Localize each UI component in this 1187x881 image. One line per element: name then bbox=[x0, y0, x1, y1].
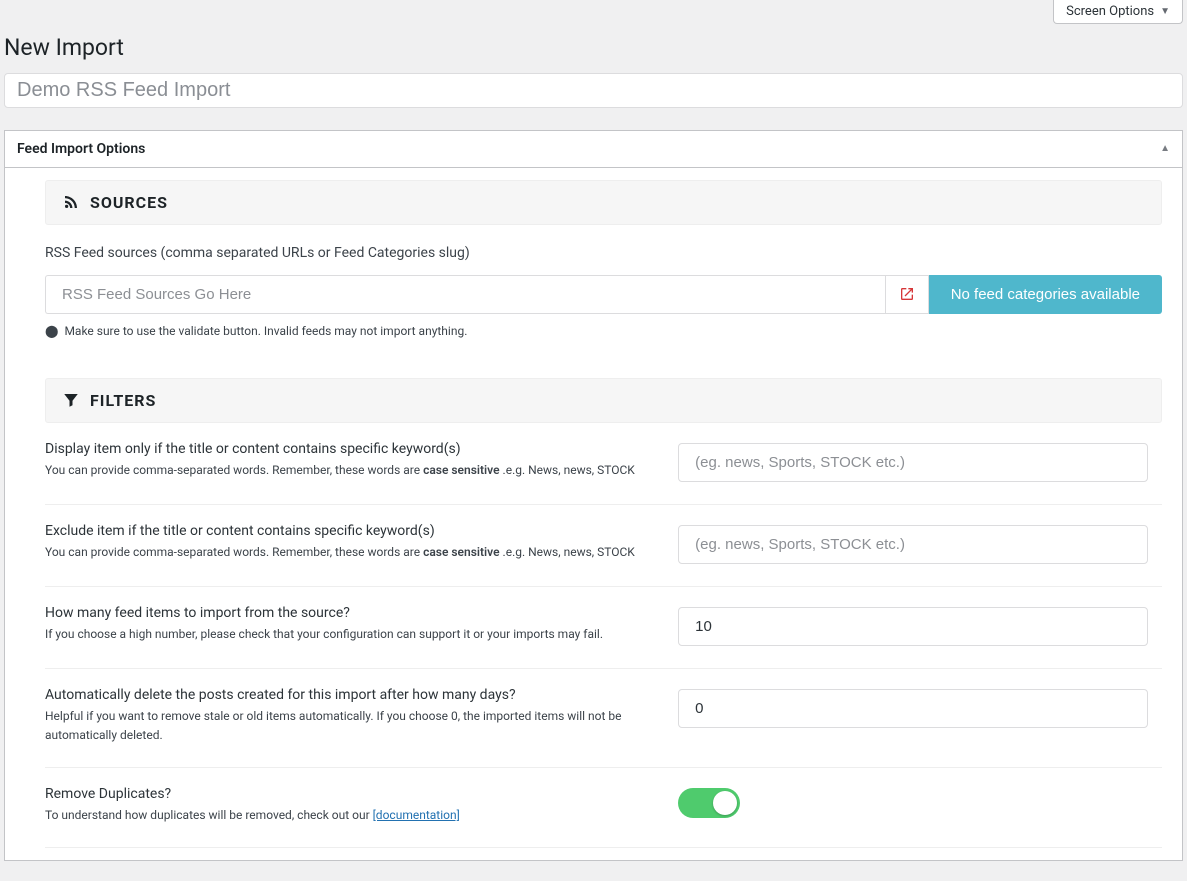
delete-days-help: Helpful if you want to remove stale or o… bbox=[45, 707, 648, 745]
remove-duplicates-toggle[interactable] bbox=[678, 788, 740, 818]
exclude-keywords-input[interactable] bbox=[678, 525, 1148, 564]
import-title-input[interactable] bbox=[4, 73, 1183, 108]
feed-count-input[interactable] bbox=[678, 607, 1148, 646]
section-title-sources: SOURCES bbox=[90, 193, 168, 212]
rss-sources-input[interactable] bbox=[45, 275, 885, 314]
page-title: New Import bbox=[0, 24, 1187, 67]
postbox-heading: Feed Import Options bbox=[17, 141, 145, 157]
sources-sub-label: RSS Feed sources (comma separated URLs o… bbox=[45, 245, 1162, 261]
collapse-icon[interactable]: ▲ bbox=[1160, 143, 1170, 154]
filter-row-dedupe: Remove Duplicates? To understand how dup… bbox=[45, 768, 1162, 848]
dedupe-help: To understand how duplicates will be rem… bbox=[45, 806, 648, 825]
chevron-down-icon: ▼ bbox=[1160, 6, 1170, 17]
filter-row-delete-days: Automatically delete the posts created f… bbox=[45, 669, 1162, 768]
filter-icon bbox=[62, 391, 80, 409]
toggle-knob bbox=[713, 791, 737, 815]
filter-row-count: How many feed items to import from the s… bbox=[45, 587, 1162, 669]
include-label: Display item only if the title or conten… bbox=[45, 441, 648, 457]
feed-categories-button[interactable]: No feed categories available bbox=[929, 275, 1162, 314]
count-help: If you choose a high number, please chec… bbox=[45, 625, 648, 644]
external-link-icon bbox=[899, 286, 915, 302]
count-label: How many feed items to import from the s… bbox=[45, 605, 648, 621]
include-help: You can provide comma-separated words. R… bbox=[45, 461, 648, 480]
exclude-help: You can provide comma-separated words. R… bbox=[45, 543, 648, 562]
delete-days-input[interactable] bbox=[678, 689, 1148, 728]
rss-icon bbox=[62, 193, 80, 211]
feed-import-options-box: Feed Import Options ▲ SOURCES RSS Feed s… bbox=[4, 130, 1183, 862]
section-header-filters: FILTERS bbox=[45, 378, 1162, 423]
dedupe-label: Remove Duplicates? bbox=[45, 786, 648, 802]
filter-row-include: Display item only if the title or conten… bbox=[45, 423, 1162, 505]
validate-feed-button[interactable] bbox=[885, 275, 929, 314]
postbox-header: Feed Import Options ▲ bbox=[5, 131, 1182, 168]
bulb-icon: ⬤ bbox=[45, 324, 58, 338]
screen-options-button[interactable]: Screen Options ▼ bbox=[1053, 0, 1183, 24]
filter-row-exclude: Exclude item if the title or content con… bbox=[45, 505, 1162, 587]
include-keywords-input[interactable] bbox=[678, 443, 1148, 482]
section-header-sources: SOURCES bbox=[45, 180, 1162, 225]
documentation-link[interactable]: [documentation] bbox=[373, 808, 460, 822]
section-title-filters: FILTERS bbox=[90, 391, 156, 410]
exclude-label: Exclude item if the title or content con… bbox=[45, 523, 648, 539]
sources-hint: ⬤ Make sure to use the validate button. … bbox=[45, 324, 1162, 338]
delete-days-label: Automatically delete the posts created f… bbox=[45, 687, 648, 703]
screen-options-label: Screen Options bbox=[1066, 4, 1154, 19]
